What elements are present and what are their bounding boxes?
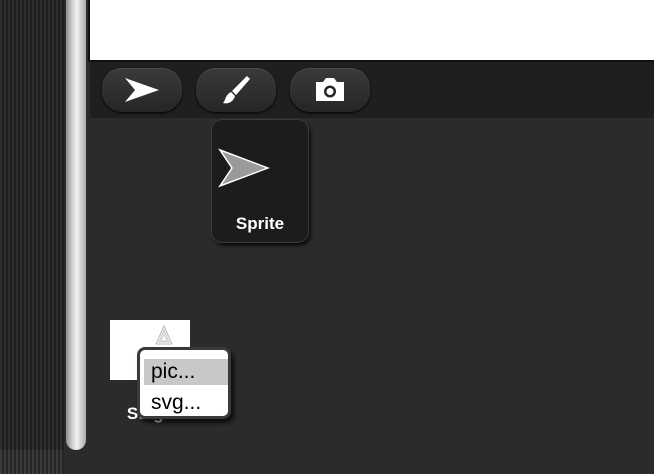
palette-column-footer — [0, 450, 64, 474]
paintbrush-icon — [223, 76, 250, 104]
palette-scrollbar-thumb[interactable] — [66, 0, 86, 450]
menu-item-svg[interactable]: svg... — [144, 390, 228, 416]
turtle-arrow-icon — [218, 148, 270, 188]
context-menu: pic... svg... — [137, 347, 231, 419]
new-turtle-sprite-button[interactable] — [102, 68, 182, 112]
menu-item-pic[interactable]: pic... — [144, 359, 228, 385]
sprite-label: Sprite — [235, 214, 285, 233]
turtle-arrow-icon — [125, 78, 159, 102]
palette-column — [0, 0, 64, 474]
menu-item-label: pic... — [151, 360, 196, 383]
paint-new-sprite-button[interactable] — [196, 68, 276, 112]
camera-icon — [316, 78, 344, 101]
sprite-icon[interactable]: Sprite — [212, 120, 308, 242]
take-camera-picture-button[interactable] — [290, 68, 370, 112]
script-editor-area[interactable] — [88, 0, 654, 62]
menu-item-label: svg... — [151, 391, 202, 414]
